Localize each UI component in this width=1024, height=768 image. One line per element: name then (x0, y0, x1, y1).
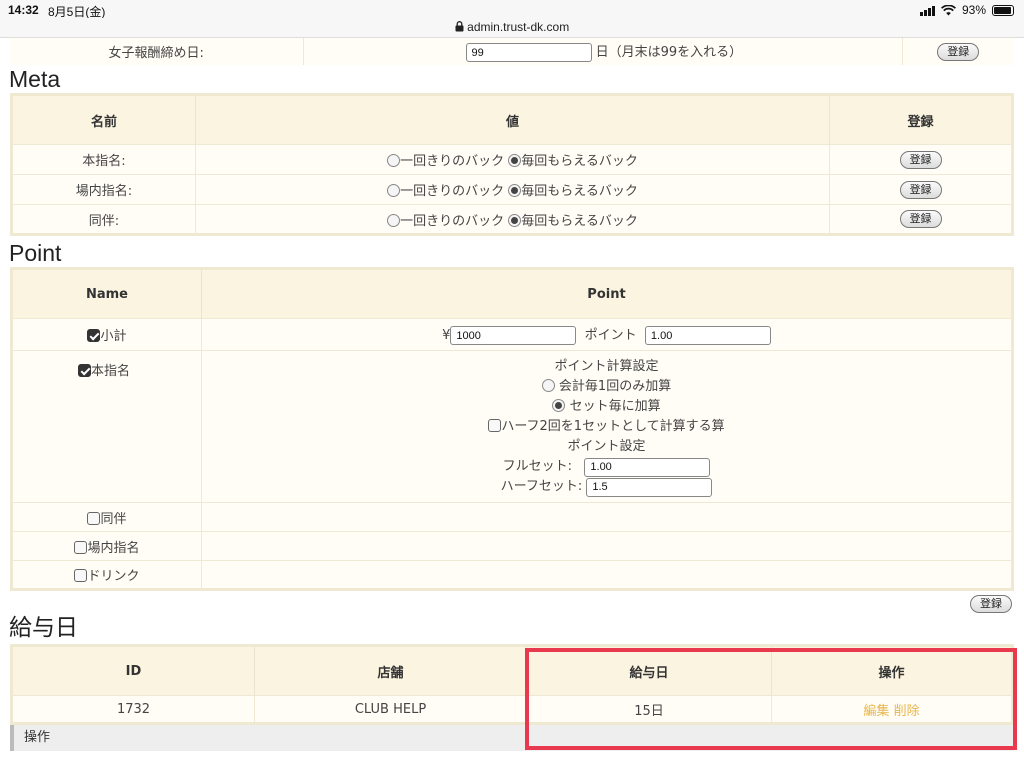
full-set-label: フルセット: (502, 459, 572, 474)
douhan-checkbox[interactable] (87, 511, 101, 525)
closing-day-hint: 日（月末は99を入れる） (595, 44, 743, 60)
point-row-douhan: 同伴 (11, 502, 1013, 532)
honshimei-checkbox[interactable] (78, 364, 91, 377)
meta-header-name: 名前 (11, 94, 196, 145)
meta-row-jonai: 場内指名: 一回きりのバック 毎回もらえるバック 登録 (11, 174, 1013, 205)
calc-per-set-radio[interactable] (552, 399, 566, 412)
half-set-input[interactable] (586, 477, 713, 497)
half-as-set-label: ハーフ2回を1セットとして計算する算 (501, 419, 725, 434)
meta-header-value: 値 (195, 94, 830, 145)
half-set-label: ハーフセット: (500, 479, 583, 494)
calc-per-set-label: セット毎に加算 (569, 399, 661, 414)
lock-icon (455, 21, 464, 32)
closing-day-input[interactable] (465, 43, 592, 63)
payday-delete-link[interactable]: 削除 (894, 704, 920, 719)
meta-radio-every[interactable] (508, 213, 522, 227)
page-content: 女子報酬締め日: 日（月末は99を入れる） 登録 Meta 名前 値 登録 本指… (9, 38, 1014, 751)
status-time: 14:32 (8, 3, 39, 17)
point-register-button[interactable]: 登録 (970, 595, 1012, 613)
closing-day-register-button[interactable]: 登録 (937, 42, 980, 61)
point-row-jonai: 場内指名 (11, 531, 1013, 561)
point-setting-title: ポイント設定 (567, 439, 646, 454)
half-as-set-checkbox[interactable] (488, 419, 502, 432)
payday-header-actions: 操作 (771, 645, 1013, 696)
payday-actions-footer: 操作 (10, 725, 1014, 751)
meta-table: 名前 値 登録 本指名: 一回きりのバック 毎回もらえるバック 登録 場内指名:… (10, 93, 1014, 236)
battery-icon (992, 4, 1014, 16)
calc-once-radio[interactable] (541, 379, 555, 392)
payday-store: CLUB HELP (254, 695, 527, 724)
honshimei-label: 本指名 (91, 364, 131, 379)
meta-radio-every[interactable] (508, 184, 522, 197)
meta-register-button[interactable]: 登録 (899, 210, 942, 228)
meta-row-label: 同伴: (11, 204, 196, 235)
meta-row-label: 本指名: (11, 144, 196, 175)
douhan-label: 同伴 (100, 511, 127, 527)
payday-row: 1732 CLUB HELP 15日 編集 削除 (11, 695, 1013, 724)
meta-row-douhan: 同伴: 一回きりのバック 毎回もらえるバック 登録 (11, 204, 1013, 235)
meta-radio-once[interactable] (387, 154, 401, 167)
payday-id: 1732 (11, 695, 255, 724)
subtotal-point-input[interactable] (644, 326, 771, 346)
payday-header-day: 給与日 (526, 645, 772, 696)
yen-symbol: ¥ (442, 327, 451, 343)
drink-label: ドリンク (87, 569, 140, 584)
meta-option-once-label: 一回きりのバック (400, 213, 505, 229)
meta-option-every-label: 毎回もらえるバック (521, 154, 638, 169)
url-text: admin.trust-dk.com (467, 20, 570, 34)
meta-option-every-label: 毎回もらえるバック (521, 213, 638, 229)
jonai-checkbox[interactable] (74, 540, 88, 554)
meta-header-register: 登録 (829, 94, 1013, 145)
meta-row-honshimei: 本指名: 一回きりのバック 毎回もらえるバック 登録 (11, 144, 1013, 175)
full-set-input[interactable] (584, 457, 711, 477)
subtotal-label: 小計 (100, 329, 127, 344)
meta-row-label: 場内指名: (11, 174, 196, 205)
meta-register-button[interactable]: 登録 (899, 150, 942, 169)
meta-option-once-label: 一回きりのバック (400, 154, 505, 169)
point-table: Name Point 小計 ¥ ポイント 本指名 ポイント計算設定 会計毎1回の… (10, 267, 1014, 591)
meta-radio-once[interactable] (387, 213, 401, 227)
point-label: ポイント (584, 327, 637, 343)
battery-percent: 93% (961, 3, 986, 17)
point-row-drink: ドリンク (11, 560, 1013, 590)
payday-header-store: 店舗 (254, 645, 527, 696)
jonai-label: 場内指名 (87, 540, 140, 556)
point-row-honshimei: 本指名 ポイント計算設定 会計毎1回のみ加算 セット毎に加算 ハーフ2回を1セッ… (11, 350, 1013, 503)
meta-option-every-label: 毎回もらえるバック (521, 184, 638, 199)
closing-day-table: 女子報酬締め日: 日（月末は99を入れる） 登録 (10, 38, 1014, 65)
meta-register-button[interactable]: 登録 (899, 180, 942, 199)
payday-edit-link[interactable]: 編集 (863, 704, 889, 719)
payday-table: ID 店舗 給与日 操作 1732 CLUB HELP 15日 編集 削除 (10, 644, 1014, 725)
payday-day: 15日 (526, 695, 772, 724)
cellular-signal-icon (919, 5, 935, 16)
address-bar[interactable]: admin.trust-dk.com (0, 18, 1024, 38)
meta-radio-once[interactable] (387, 184, 401, 197)
payday-section-title: 給与日 (9, 614, 78, 640)
point-header-point: Point (201, 268, 1013, 319)
point-row-subtotal: 小計 ¥ ポイント (11, 318, 1013, 351)
closing-day-label: 女子報酬締め日: (10, 38, 304, 65)
drink-checkbox[interactable] (74, 569, 88, 582)
point-section-title: Point (9, 240, 62, 266)
point-header-name: Name (11, 268, 202, 319)
calc-setting-title: ポイント計算設定 (554, 359, 659, 374)
subtotal-yen-input[interactable] (450, 326, 577, 346)
meta-radio-every[interactable] (508, 154, 522, 167)
meta-option-once-label: 一回きりのバック (400, 184, 505, 199)
payday-header-id: ID (11, 645, 255, 696)
calc-once-label: 会計毎1回のみ加算 (558, 379, 672, 394)
meta-section-title: Meta (9, 66, 61, 92)
wifi-icon (940, 4, 956, 15)
status-right: 93% (919, 3, 1014, 17)
subtotal-checkbox[interactable] (87, 329, 101, 342)
